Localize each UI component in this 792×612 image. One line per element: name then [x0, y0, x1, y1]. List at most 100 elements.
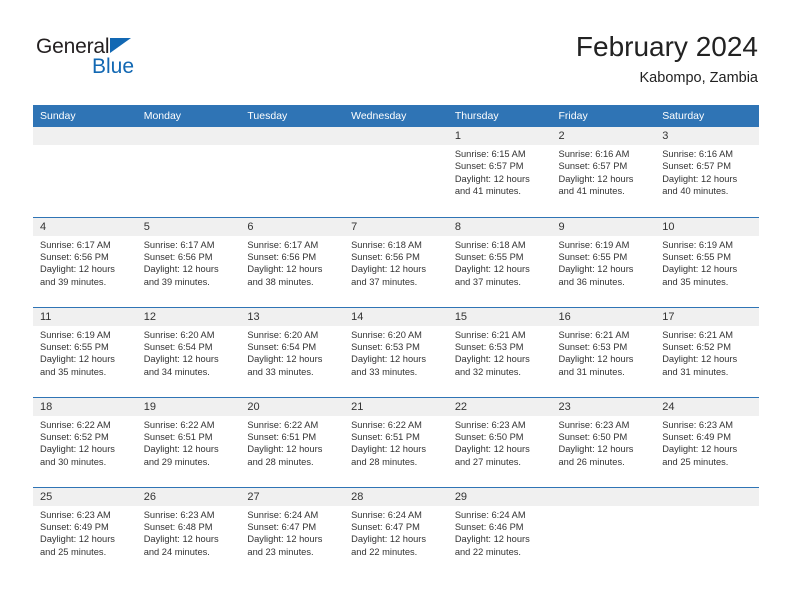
calendar-week-row: 4 Sunrise: 6:17 AM Sunset: 6:56 PM Daylight… — [33, 217, 759, 308]
sunrise-time: Sunrise: 6:17 AM — [40, 239, 111, 250]
calendar-day-cell[interactable]: 5 Sunrise: 6:17 AM Sunset: 6:56 PM Daylight… — [136, 217, 241, 308]
calendar-day-cell[interactable]: 9 Sunrise: 6:19 AM Sunset: 6:55 PM Daylight… — [551, 217, 656, 308]
calendar-day-cell[interactable]: 1 Sunrise: 6:15 AM Sunset: 6:57 PM Daylight… — [447, 127, 552, 218]
day-sun-info: Sunrise: 6:21 AM Sunset: 6:53 PM Daylight:… — [448, 326, 552, 379]
sunrise-time: Sunrise: 6:23 AM — [662, 419, 734, 430]
sunrise-time: Sunrise: 6:15 AM — [454, 149, 526, 159]
general-blue-logo[interactable]: General Blue — [36, 36, 266, 88]
calendar-day-cell[interactable]: 15 Sunrise: 6:21 AM Sunset: 6:53 PM Dayligh… — [447, 307, 552, 398]
sunset-time: Sunset: 6:51 PM — [351, 431, 420, 442]
sunrise-time: Sunrise: 6:16 AM — [662, 149, 734, 159]
day-number: 11 — [33, 307, 137, 326]
daylight-duration-line1: Daylight: 12 hours — [40, 444, 115, 455]
calendar-day-cell[interactable]: 28 Sunrise: 6:24 AM Sunset: 6:47 PM Dayligh… — [344, 487, 448, 577]
sunset-time: Sunset: 6:55 PM — [454, 251, 524, 262]
daylight-duration-line1: Daylight: 12 hours — [247, 354, 323, 365]
daylight-duration-line1: Daylight: 12 hours — [351, 354, 427, 365]
day-sun-info: Sunrise: 6:21 AM Sunset: 6:53 PM Daylight:… — [552, 326, 656, 379]
sunset-time: Sunset: 6:55 PM — [662, 251, 731, 262]
day-number: 28 — [344, 487, 448, 506]
sunset-time: Sunset: 6:50 PM — [454, 431, 524, 442]
daylight-duration-line2: and 29 minutes. — [143, 456, 210, 467]
calendar-day-cell[interactable]: 13 Sunrise: 6:20 AM Sunset: 6:54 PM Dayligh… — [240, 307, 345, 398]
calendar-day-cell[interactable]: 2 Sunrise: 6:16 AM Sunset: 6:57 PM Daylight… — [551, 127, 656, 218]
sunset-time: Sunset: 6:56 PM — [143, 251, 213, 262]
page-subtitle-location: Kabompo, Zambia — [639, 70, 758, 86]
calendar-day-cell[interactable]: 18 Sunrise: 6:22 AM Sunset: 6:52 PM Dayligh… — [33, 397, 137, 488]
sunrise-time: Sunrise: 6:23 AM — [143, 509, 215, 520]
day-number: 6 — [240, 217, 345, 236]
day-number — [344, 127, 448, 145]
calendar-day-cell[interactable]: 14 Sunrise: 6:20 AM Sunset: 6:53 PM Dayligh… — [344, 307, 448, 398]
sunset-time: Sunset: 6:47 PM — [247, 521, 317, 532]
sunset-time: Sunset: 6:57 PM — [558, 161, 628, 172]
daylight-duration-line1: Daylight: 12 hours — [351, 264, 427, 275]
sunrise-time: Sunrise: 6:21 AM — [454, 329, 526, 340]
day-number: 21 — [344, 397, 448, 416]
daylight-duration-line2: and 28 minutes. — [247, 456, 314, 467]
day-number: 26 — [136, 487, 241, 506]
day-sun-info: Sunrise: 6:23 AM Sunset: 6:48 PM Daylight:… — [137, 506, 241, 559]
day-number: 2 — [551, 127, 656, 145]
calendar-day-cell[interactable]: 3 Sunrise: 6:16 AM Sunset: 6:57 PM Daylight… — [655, 127, 759, 218]
day-sun-info: Sunrise: 6:18 AM Sunset: 6:55 PM Daylight:… — [448, 236, 552, 289]
daylight-duration-line1: Daylight: 12 hours — [143, 444, 219, 455]
day-number: 12 — [136, 307, 241, 326]
day-sun-info: Sunrise: 6:22 AM Sunset: 6:51 PM Daylight:… — [137, 416, 241, 469]
sunset-time: Sunset: 6:49 PM — [662, 431, 731, 442]
day-sun-info: Sunrise: 6:20 AM Sunset: 6:54 PM Daylight:… — [137, 326, 241, 379]
sunrise-time: Sunrise: 6:24 AM — [247, 509, 319, 520]
day-number — [655, 487, 759, 506]
calendar-empty-cell — [136, 127, 241, 218]
daylight-duration-line1: Daylight: 12 hours — [454, 173, 530, 184]
daylight-duration-line1: Daylight: 12 hours — [558, 264, 634, 275]
calendar-day-cell[interactable]: 4 Sunrise: 6:17 AM Sunset: 6:56 PM Daylight… — [33, 217, 137, 308]
sunset-time: Sunset: 6:50 PM — [558, 431, 628, 442]
daylight-duration-line2: and 37 minutes. — [351, 276, 418, 287]
day-number: 3 — [655, 127, 759, 145]
calendar-day-cell[interactable]: 20 Sunrise: 6:22 AM Sunset: 6:51 PM Dayligh… — [240, 397, 345, 488]
sunrise-time: Sunrise: 6:23 AM — [454, 419, 526, 430]
daylight-duration-line2: and 39 minutes. — [143, 276, 210, 287]
sunrise-time: Sunrise: 6:22 AM — [143, 419, 215, 430]
sunset-time: Sunset: 6:56 PM — [40, 251, 109, 262]
calendar-day-cell[interactable]: 19 Sunrise: 6:22 AM Sunset: 6:51 PM Dayligh… — [136, 397, 241, 488]
calendar-day-cell[interactable]: 26 Sunrise: 6:23 AM Sunset: 6:48 PM Dayligh… — [136, 487, 241, 577]
sunrise-time: Sunrise: 6:22 AM — [247, 419, 319, 430]
daylight-duration-line2: and 22 minutes. — [351, 546, 418, 557]
calendar-day-cell[interactable]: 27 Sunrise: 6:24 AM Sunset: 6:47 PM Dayligh… — [240, 487, 345, 577]
logo-text-blue: Blue — [92, 55, 135, 78]
calendar-week-row: 18 Sunrise: 6:22 AM Sunset: 6:52 PM Dayligh… — [33, 397, 759, 488]
day-number: 8 — [447, 217, 552, 236]
calendar-day-cell[interactable]: 11 Sunrise: 6:19 AM Sunset: 6:55 PM Dayligh… — [33, 307, 137, 398]
calendar-day-cell[interactable]: 10 Sunrise: 6:19 AM Sunset: 6:55 PM Dayligh… — [655, 217, 759, 308]
day-number: 29 — [447, 487, 552, 506]
calendar-day-cell[interactable]: 16 Sunrise: 6:21 AM Sunset: 6:53 PM Dayligh… — [551, 307, 656, 398]
calendar-day-cell[interactable]: 24 Sunrise: 6:23 AM Sunset: 6:49 PM Dayligh… — [655, 397, 759, 488]
calendar-day-cell[interactable]: 25 Sunrise: 6:23 AM Sunset: 6:49 PM Dayligh… — [33, 487, 137, 577]
daylight-duration-line2: and 25 minutes. — [662, 456, 729, 467]
daylight-duration-line2: and 31 minutes. — [558, 366, 625, 377]
calendar-day-cell[interactable]: 29 Sunrise: 6:24 AM Sunset: 6:46 PM Dayligh… — [447, 487, 552, 577]
daylight-duration-line1: Daylight: 12 hours — [40, 264, 115, 275]
calendar-day-cell[interactable]: 6 Sunrise: 6:17 AM Sunset: 6:56 PM Daylight… — [240, 217, 345, 308]
daylight-duration-line1: Daylight: 12 hours — [351, 444, 427, 455]
day-sun-info: Sunrise: 6:19 AM Sunset: 6:55 PM Daylight:… — [552, 236, 656, 289]
calendar-day-cell[interactable]: 12 Sunrise: 6:20 AM Sunset: 6:54 PM Dayligh… — [136, 307, 241, 398]
day-number: 1 — [447, 127, 552, 145]
day-number: 17 — [655, 307, 759, 326]
sunrise-time: Sunrise: 6:21 AM — [558, 329, 630, 340]
daylight-duration-line1: Daylight: 12 hours — [454, 264, 530, 275]
daylight-duration-line2: and 41 minutes. — [558, 186, 625, 197]
day-sun-info: Sunrise: 6:24 AM Sunset: 6:46 PM Daylight:… — [448, 506, 552, 559]
sunrise-time: Sunrise: 6:22 AM — [351, 419, 422, 430]
calendar-day-cell[interactable]: 22 Sunrise: 6:23 AM Sunset: 6:50 PM Dayligh… — [447, 397, 552, 488]
calendar-day-cell[interactable]: 7 Sunrise: 6:18 AM Sunset: 6:56 PM Daylight… — [344, 217, 448, 308]
calendar-day-cell[interactable]: 21 Sunrise: 6:22 AM Sunset: 6:51 PM Dayligh… — [344, 397, 448, 488]
calendar-day-cell[interactable]: 8 Sunrise: 6:18 AM Sunset: 6:55 PM Daylight… — [447, 217, 552, 308]
daylight-duration-line1: Daylight: 12 hours — [143, 354, 219, 365]
day-number: 9 — [551, 217, 656, 236]
calendar-day-cell[interactable]: 23 Sunrise: 6:23 AM Sunset: 6:50 PM Dayligh… — [551, 397, 656, 488]
day-number — [551, 487, 656, 506]
calendar-day-cell[interactable]: 17 Sunrise: 6:21 AM Sunset: 6:52 PM Dayligh… — [655, 307, 759, 398]
